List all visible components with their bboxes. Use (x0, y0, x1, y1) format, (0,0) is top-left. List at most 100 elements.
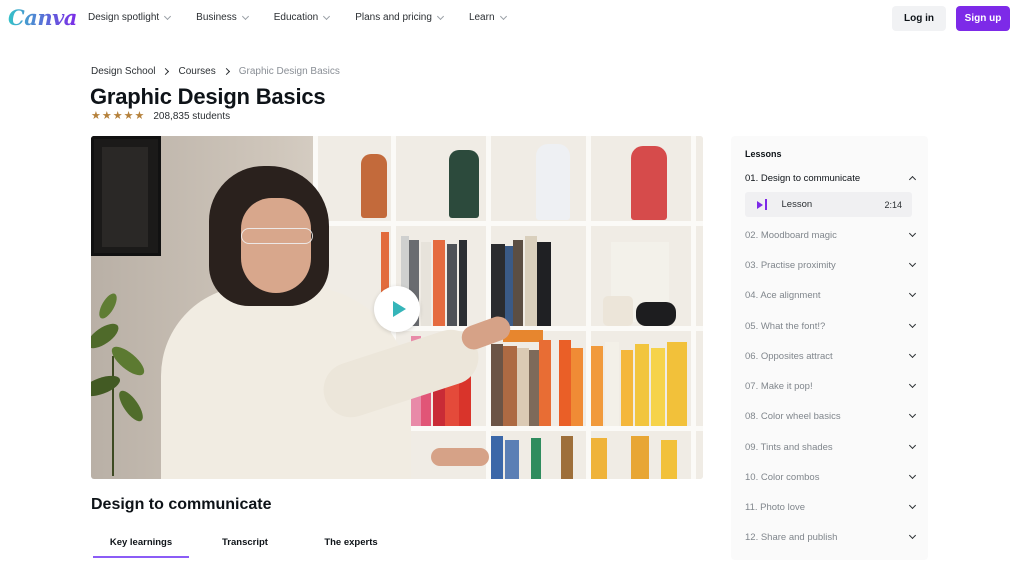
book (491, 436, 503, 479)
lesson-label: 06. Opposites attract (745, 350, 833, 362)
book (529, 350, 539, 426)
chevron-down-icon (241, 12, 249, 20)
breadcrumb-current: Graphic Design Basics (238, 66, 340, 77)
play-button[interactable] (374, 286, 420, 332)
lesson-item-08[interactable]: 08. Color wheel basics (745, 408, 917, 424)
figurine (361, 154, 387, 218)
camera (603, 296, 633, 326)
chevron-down-icon (908, 289, 917, 298)
chevron-right-icon (222, 67, 230, 76)
book (537, 242, 551, 326)
play-icon (757, 199, 767, 210)
book (651, 348, 665, 426)
lesson-item-06[interactable]: 06. Opposites attract (745, 348, 917, 364)
lesson-label: 02. Moodboard magic (745, 229, 837, 241)
chevron-down-icon (908, 320, 917, 329)
star-icon: ★ (112, 110, 123, 122)
book (539, 340, 551, 426)
chevron-down-icon (908, 531, 917, 540)
signup-button[interactable]: Sign up (956, 6, 1010, 31)
lesson-item-10[interactable]: 10. Color combos (745, 469, 917, 485)
nav-business[interactable]: Business (196, 12, 249, 23)
main-menu: Design spotlight Business Education Plan… (88, 12, 532, 23)
book (503, 346, 517, 426)
star-icon: ★ (134, 110, 145, 122)
nav-label: Plans and pricing (355, 12, 432, 23)
book (513, 240, 523, 326)
book (631, 436, 649, 479)
chevron-down-icon (908, 501, 917, 510)
book (591, 346, 603, 426)
star-icon: ★ (91, 110, 101, 122)
book (525, 236, 537, 326)
nav-education[interactable]: Education (273, 12, 331, 23)
figurine (536, 144, 570, 220)
student-count: 208,835 students (153, 111, 231, 122)
star-icon: ★ (101, 110, 112, 122)
book (491, 344, 503, 426)
book (491, 244, 505, 326)
person-face (241, 198, 311, 293)
book (421, 242, 431, 326)
chevron-down-icon (908, 471, 917, 480)
lesson-item-11[interactable]: 11. Photo love (745, 499, 917, 515)
play-triangle (757, 200, 763, 209)
lesson-item-12[interactable]: 12. Share and publish (745, 529, 917, 545)
chevron-down-icon (908, 410, 917, 419)
chevron-up-icon (908, 175, 917, 184)
lesson-label: 11. Photo love (745, 501, 806, 513)
video-player[interactable] (91, 136, 703, 479)
book (505, 246, 513, 326)
poster-art (102, 147, 148, 247)
page-title: Graphic Design Basics (90, 84, 326, 109)
book (559, 340, 571, 426)
book (505, 440, 519, 479)
play-icon (392, 301, 406, 317)
lesson-heading: Design to communicate (91, 496, 272, 513)
person-hand (431, 448, 489, 466)
book (605, 342, 619, 426)
lesson-item-03[interactable]: 03. Practise proximity (745, 257, 917, 273)
chevron-down-icon (908, 441, 917, 450)
person-glasses (241, 228, 313, 244)
course-rating: ★ ★ ★ ★ ★ 208,835 students (91, 110, 231, 123)
nav-label: Business (196, 12, 237, 23)
chevron-down-icon (908, 259, 917, 268)
nav-design-spotlight[interactable]: Design spotlight (88, 12, 172, 23)
chevron-down-icon (499, 12, 507, 20)
lesson-item-04[interactable]: 04. Ace alignment (745, 287, 917, 303)
lesson-label: 10. Color combos (745, 471, 820, 483)
nav-label: Learn (468, 12, 495, 23)
canva-logo[interactable]: Canva (8, 5, 77, 30)
lesson-item-02[interactable]: 02. Moodboard magic (745, 227, 917, 243)
book (571, 348, 583, 426)
tab-transcript[interactable]: Transcript (189, 536, 301, 558)
lesson-label: 05. What the font!? (745, 320, 826, 332)
lesson-item-07[interactable]: 07. Make it pop! (745, 378, 917, 394)
chevron-down-icon (323, 12, 331, 20)
nav-label: Design spotlight (88, 12, 160, 23)
tab-key-learnings[interactable]: Key learnings (93, 536, 189, 558)
lesson-item-01[interactable]: 01. Design to communicate (745, 170, 917, 186)
nav-learn[interactable]: Learn (468, 12, 507, 23)
chevron-right-icon (162, 67, 170, 76)
lesson-item-09[interactable]: 09. Tints and shades (745, 439, 917, 455)
breadcrumb-design-school[interactable]: Design School (91, 66, 155, 77)
lesson-label: 07. Make it pop! (745, 380, 813, 392)
nav-plans-and-pricing[interactable]: Plans and pricing (355, 12, 444, 23)
book (531, 438, 541, 479)
login-button[interactable]: Log in (892, 6, 946, 31)
lesson-item-05[interactable]: 05. What the font!? (745, 318, 917, 334)
figurine (449, 150, 479, 218)
video-frame-poster (91, 136, 161, 256)
sub-lesson-item[interactable]: Lesson 2:14 (745, 192, 912, 217)
figurine (631, 146, 667, 220)
tab-the-experts[interactable]: The experts (301, 536, 401, 558)
sub-lesson-duration: 2:14 (884, 199, 902, 210)
lesson-label: 01. Design to communicate (745, 172, 861, 184)
book (447, 244, 457, 326)
book (433, 240, 445, 326)
breadcrumb-courses[interactable]: Courses (178, 66, 215, 77)
nav-label: Education (273, 12, 319, 23)
book (621, 350, 633, 426)
